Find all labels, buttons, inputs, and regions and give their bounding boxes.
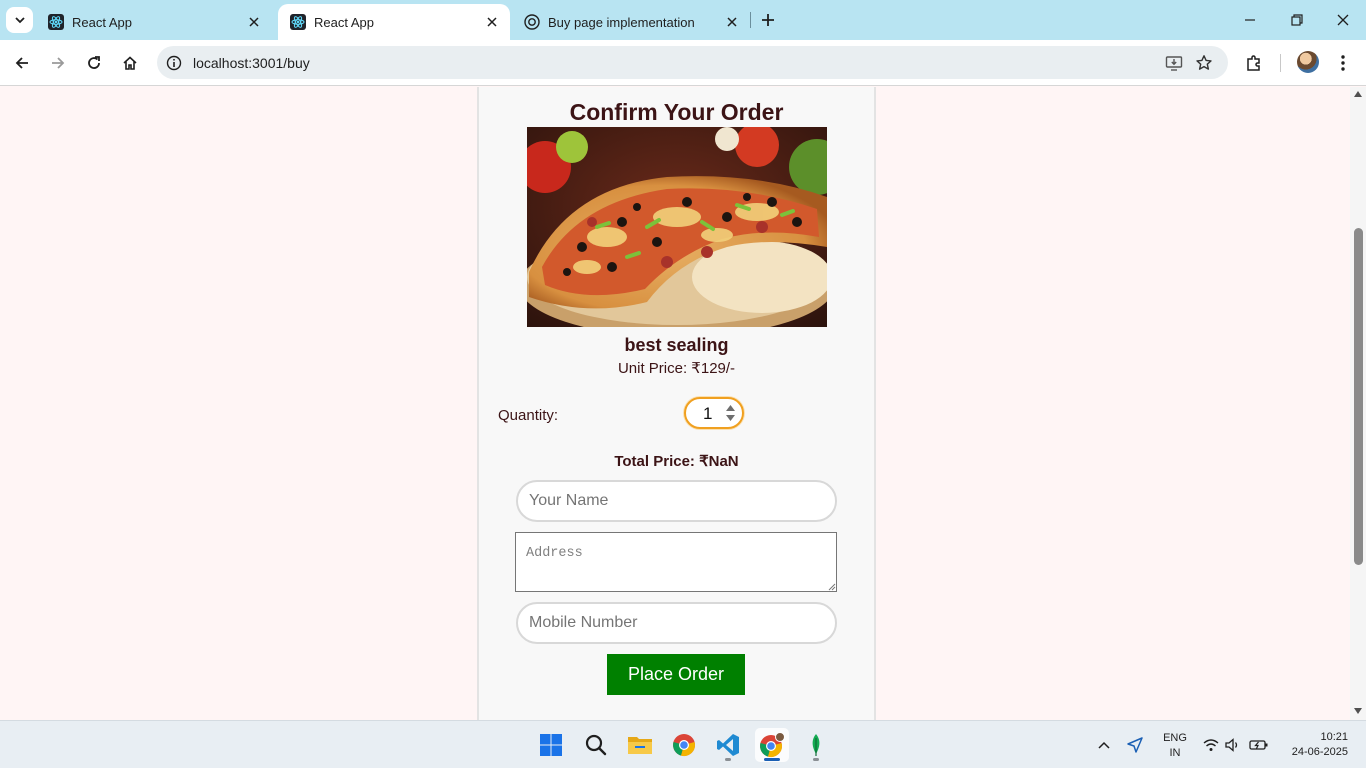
location-button[interactable] bbox=[1125, 735, 1145, 755]
vscode-icon bbox=[717, 734, 739, 756]
start-button[interactable] bbox=[534, 728, 568, 762]
start-icon bbox=[540, 734, 562, 756]
spin-up-icon[interactable] bbox=[725, 404, 735, 412]
battery-charging-icon bbox=[1249, 740, 1268, 750]
tab-buy-page-implementation[interactable]: Buy page implementation bbox=[512, 4, 750, 40]
product-image bbox=[527, 127, 827, 327]
chrome-profile-icon bbox=[760, 732, 785, 757]
file-explorer-icon bbox=[628, 737, 652, 754]
chrome-button[interactable] bbox=[667, 728, 701, 762]
running-indicator bbox=[725, 758, 731, 761]
search-icon bbox=[585, 734, 607, 756]
tab-title: Buy page implementation bbox=[548, 14, 695, 30]
resize-grip-icon[interactable] bbox=[826, 581, 836, 591]
site-info-icon[interactable] bbox=[165, 54, 183, 72]
system-clock[interactable]: 10:21 24-06-2025 bbox=[1280, 730, 1348, 760]
arrow-right-icon bbox=[52, 57, 65, 69]
browser-toolbar: localhost:3001/buy bbox=[0, 40, 1366, 86]
name-input[interactable] bbox=[516, 480, 837, 522]
spin-down-icon[interactable] bbox=[725, 414, 735, 422]
close-icon[interactable] bbox=[724, 14, 740, 30]
more-vertical-icon bbox=[1341, 55, 1345, 71]
language-code: ENG bbox=[1163, 732, 1187, 744]
chrome-icon bbox=[673, 734, 695, 756]
taskbar: ENG IN 10:21 24-06-2025 bbox=[0, 720, 1366, 768]
battery-button[interactable] bbox=[1249, 735, 1269, 755]
restore-icon bbox=[1291, 14, 1303, 26]
tab-react-app-2[interactable]: React App bbox=[278, 4, 510, 40]
page-title: Confirm Your Order bbox=[569, 99, 784, 125]
bookmark-star-icon[interactable] bbox=[1194, 53, 1214, 73]
address-bar[interactable]: localhost:3001/buy bbox=[157, 46, 1228, 79]
home-icon bbox=[123, 56, 137, 70]
mobile-number-input[interactable] bbox=[516, 602, 837, 644]
reload-button[interactable] bbox=[82, 51, 106, 75]
minimize-button[interactable] bbox=[1240, 10, 1260, 30]
close-icon[interactable] bbox=[484, 14, 500, 30]
install-app-icon[interactable] bbox=[1164, 53, 1184, 73]
speaker-icon bbox=[1225, 738, 1238, 752]
show-hidden-icons-button[interactable] bbox=[1094, 735, 1114, 755]
total-price: Total Price: ₹NaN bbox=[614, 453, 739, 470]
quantity-stepper[interactable]: 1 bbox=[684, 397, 744, 429]
page-viewport: Confirm Your Order best sealing Unit Pri… bbox=[0, 87, 1350, 720]
scrollbar-thumb[interactable] bbox=[1354, 228, 1363, 565]
chatgpt-icon bbox=[524, 14, 540, 30]
forward-button[interactable] bbox=[46, 51, 70, 75]
wifi-icon bbox=[1203, 739, 1219, 751]
running-indicator bbox=[764, 758, 780, 761]
file-explorer-button[interactable] bbox=[623, 728, 657, 762]
minimize-icon bbox=[1245, 19, 1255, 21]
vscode-button[interactable] bbox=[711, 728, 745, 762]
plus-icon bbox=[762, 14, 774, 26]
quantity-label: Quantity: bbox=[498, 407, 559, 424]
unit-price: Unit Price: ₹129/- bbox=[617, 360, 736, 377]
puzzle-icon bbox=[1247, 55, 1260, 71]
scrollbar[interactable] bbox=[1350, 87, 1366, 720]
order-card: Confirm Your Order best sealing Unit Pri… bbox=[477, 87, 876, 720]
tab-search-button[interactable] bbox=[6, 7, 33, 33]
close-icon bbox=[1337, 14, 1349, 26]
react-icon bbox=[290, 14, 306, 30]
tab-separator bbox=[750, 12, 751, 28]
volume-button[interactable] bbox=[1223, 735, 1243, 755]
back-button[interactable] bbox=[10, 51, 34, 75]
tab-title: React App bbox=[314, 14, 374, 30]
close-window-button[interactable] bbox=[1333, 10, 1353, 30]
scroll-down-arrow-icon[interactable] bbox=[1353, 707, 1363, 715]
tab-strip: React App React App Buy page implementat… bbox=[0, 0, 1366, 40]
clock-time: 10:21 bbox=[1320, 731, 1348, 743]
reload-icon bbox=[88, 56, 100, 69]
close-icon[interactable] bbox=[246, 14, 262, 30]
clock-date: 24-06-2025 bbox=[1291, 746, 1348, 758]
url-text[interactable]: localhost:3001/buy bbox=[193, 55, 310, 71]
location-arrow-icon bbox=[1127, 737, 1143, 753]
running-indicator bbox=[813, 758, 819, 761]
language-indicator[interactable]: ENG IN bbox=[1162, 731, 1188, 761]
extensions-button[interactable] bbox=[1242, 51, 1266, 75]
place-order-button[interactable]: Place Order bbox=[607, 654, 745, 695]
tab-react-app-1[interactable]: React App bbox=[36, 4, 272, 40]
product-name: best sealing bbox=[624, 335, 729, 355]
scroll-up-arrow-icon[interactable] bbox=[1353, 90, 1363, 98]
address-field[interactable] bbox=[515, 532, 837, 592]
chevron-down-icon bbox=[14, 17, 25, 24]
home-button[interactable] bbox=[118, 51, 142, 75]
chrome-profile-button[interactable] bbox=[755, 728, 789, 762]
restore-button[interactable] bbox=[1287, 10, 1307, 30]
mongodb-compass-icon bbox=[812, 734, 820, 756]
avatar[interactable] bbox=[1297, 51, 1319, 73]
mongodb-compass-button[interactable] bbox=[799, 728, 833, 762]
chevron-up-icon bbox=[1098, 741, 1110, 749]
quantity-value[interactable]: 1 bbox=[703, 404, 712, 424]
wifi-button[interactable] bbox=[1201, 735, 1221, 755]
search-button[interactable] bbox=[579, 728, 613, 762]
language-region: IN bbox=[1169, 747, 1181, 759]
toolbar-divider bbox=[1280, 54, 1281, 72]
chrome-menu-button[interactable] bbox=[1331, 51, 1355, 75]
arrow-left-icon bbox=[15, 57, 28, 69]
new-tab-button[interactable] bbox=[757, 8, 779, 32]
tab-title: React App bbox=[72, 14, 132, 30]
react-icon bbox=[48, 14, 64, 30]
